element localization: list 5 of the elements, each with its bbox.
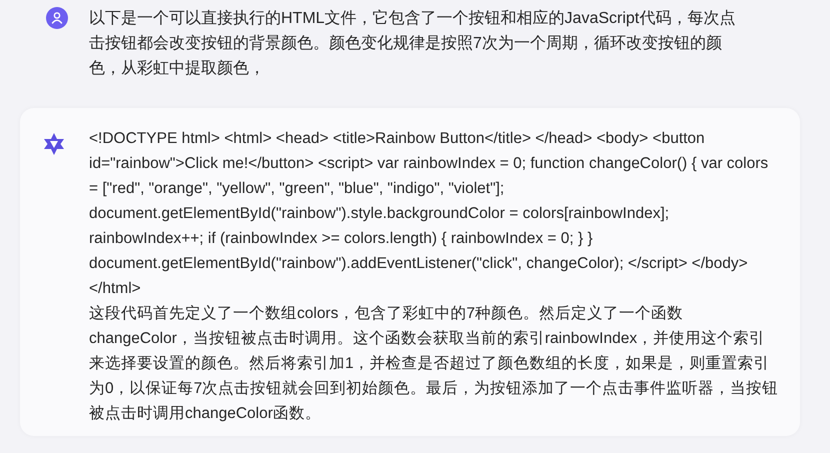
user-avatar-icon [46, 7, 68, 29]
message-text: <!DOCTYPE html> <html> <head> <title>Rainbow Button</title> </head> <body> <button id="rainbow">Click me!</button> <script> var rainbowIndex = 0; function changeColor() { var colors = ["red", "orange", "yellow", "green", "blue", "indigo", "violet"]; document.getElementById("rainbow").style.backgroundColor = colors[rainbowIndex]; rainbowIndex++; if (rainbowIndex >= colors.length) { rainbowIndex = 0; } } document.getElementById("rainbow").addEventListener("click", changeColor); </script> </body> </html> [89, 129, 770, 299]
message-text: 以下是一个可以直接执行的HTML文件，它包含了一个按钮和相应的JavaScript代码，每次点击按钮都会改变按钮的背景颜色。颜色变化规律是按照7次为一个周期，循环改变按钮的颜色，从彩虹中提取颜色， [89, 8, 736, 79]
star-logo-icon [42, 132, 66, 156]
message-text: 这段代码首先定义了一个数组colors，包含了彩虹中的7种颜色。然后定义了一个函数changeColor，当按钮被点击时调用。这个函数会获取当前的索引rainbowIndex，并使用这个索引来选择要设置的颜色。然后将索引加1，并检查是否超过了颜色数组的长度，如果是，则重置索引为0，以保证每7次点击按钮就会回到初始颜色。最后，为按钮添加了一个点击事件监听器，当按钮被点击时调用changeColor函数。 [89, 304, 779, 424]
